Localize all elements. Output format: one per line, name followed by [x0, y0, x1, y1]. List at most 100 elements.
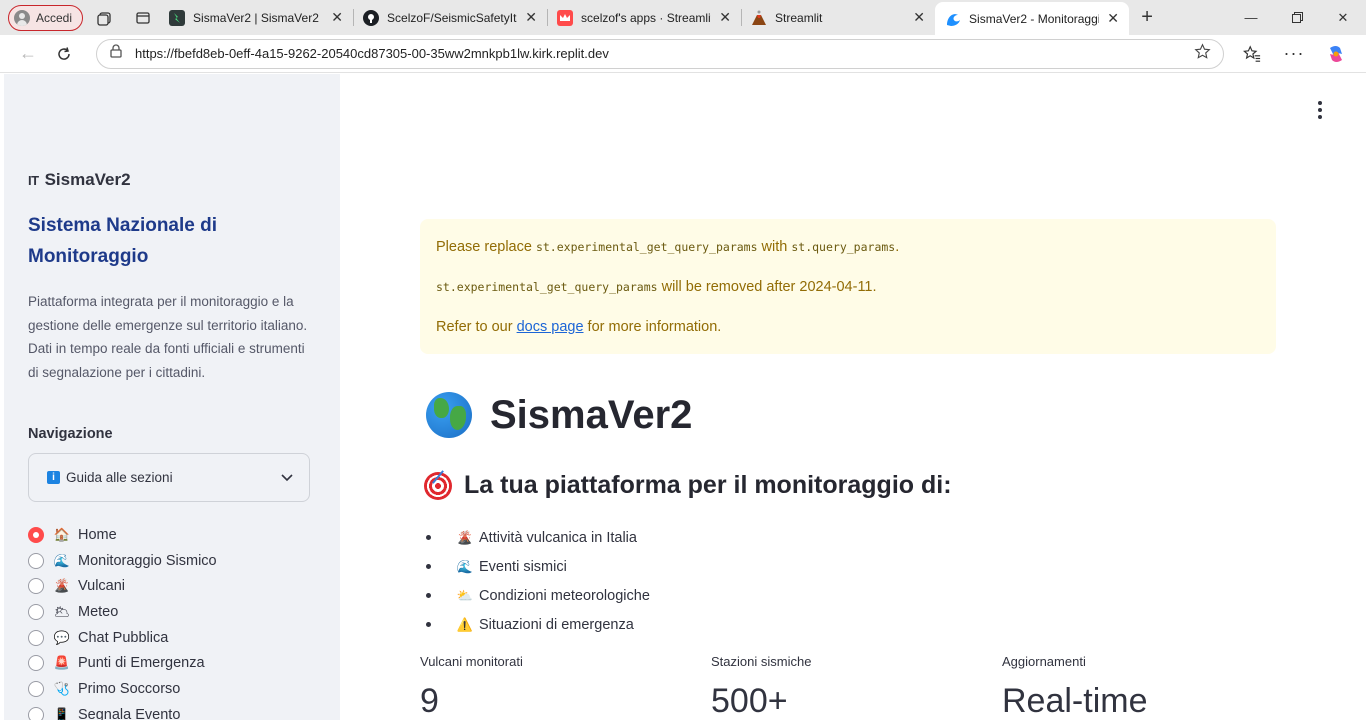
tab-title: SismaVer2 | SismaVer2 | S	[193, 10, 324, 25]
radio-button[interactable]	[28, 629, 44, 646]
browser-toolbar: ← https://fbefd8eb-0eff-4a15-9262-20540c…	[0, 35, 1366, 73]
radio-button[interactable]	[28, 552, 44, 569]
sidebar-brand: IT SismaVer2	[28, 170, 312, 190]
guide-expander[interactable]: i Guida alle sezioni	[28, 453, 310, 502]
section-heading-text: La tua piattaforma per il monitoraggio d…	[464, 471, 952, 499]
nav-radio-meteo[interactable]: 🌥 Meteo	[28, 599, 312, 625]
site-info-icon[interactable]	[109, 44, 123, 63]
metric-volcanoes: Vulcani monitorati 9	[420, 654, 711, 721]
navigation-radio-group: 🏠 Home 🌊 Monitoraggio Sismico 🌋 Vulcani …	[28, 522, 312, 720]
browser-tab[interactable]: ScelzoF/SeismicSafetyItal ✕	[353, 0, 547, 35]
nav-radio-primo-soccorso[interactable]: 🩺 Primo Soccorso	[28, 676, 312, 702]
feature-list: 🌋 Attività vulcanica in Italia 🌊 Eventi si…	[426, 523, 650, 639]
globe-icon	[426, 392, 472, 438]
nav-radio-label: Punti di Emergenza	[78, 655, 205, 672]
close-icon[interactable]: ✕	[331, 9, 343, 26]
deprecation-warning: Please replace st.experimental_get_query…	[420, 219, 1276, 354]
nav-radio-home[interactable]: 🏠 Home	[28, 522, 312, 548]
metric-label: Stazioni sismiche	[711, 654, 812, 669]
github-icon	[363, 9, 380, 26]
speech-bubble-icon: 💬	[53, 629, 71, 645]
close-icon[interactable]: ✕	[525, 9, 537, 26]
nav-radio-chat-pubblica[interactable]: 💬 Chat Pubblica	[28, 625, 312, 651]
address-bar[interactable]: https://fbefd8eb-0eff-4a15-9262-20540cd8…	[96, 38, 1224, 69]
streamlit-crown-icon	[557, 9, 574, 26]
radio-button[interactable]	[28, 526, 44, 543]
tab-title: ScelzoF/SeismicSafetyItal	[387, 10, 518, 25]
volcano-icon	[751, 10, 767, 26]
wave-icon	[945, 11, 961, 27]
radio-button[interactable]	[28, 578, 44, 595]
list-item: 🌋 Attività vulcanica in Italia	[426, 523, 650, 552]
target-icon	[424, 471, 452, 500]
house-icon: 🏠	[53, 526, 71, 542]
streamlit-app: IT SismaVer2 Sistema Nazionale di Monito…	[4, 74, 1366, 720]
minimize-icon[interactable]: —	[1228, 0, 1274, 35]
volcano-icon: 🌋	[53, 578, 71, 594]
chevron-down-icon	[281, 470, 293, 485]
metric-value: Real-time	[1002, 682, 1148, 720]
info-icon: i	[47, 471, 60, 484]
docs-page-link[interactable]: docs page	[517, 319, 584, 335]
nav-radio-vulcani[interactable]: 🌋 Vulcani	[28, 573, 312, 599]
radio-button[interactable]	[28, 655, 44, 672]
warning-line-3: Refer to our docs page for more informat…	[436, 319, 722, 335]
nav-radio-label: Primo Soccorso	[78, 680, 181, 697]
sidebar-description: Piattaforma integrata per il monitoraggi…	[28, 294, 308, 380]
new-tab-icon[interactable]: +	[1129, 0, 1165, 35]
metric-label: Vulcani monitorati	[420, 654, 523, 669]
main-content: Please replace st.experimental_get_query…	[340, 74, 1366, 720]
siren-icon: 🚨	[53, 655, 71, 671]
metric-seismic-stations: Stazioni sismiche 500+	[711, 654, 1002, 721]
browser-tab[interactable]: Streamlit ✕	[741, 0, 935, 35]
copilot-icon[interactable]	[1318, 36, 1354, 72]
metric-updates: Aggiornamenti Real-time	[1002, 654, 1293, 721]
tab-title: Streamlit	[775, 10, 823, 25]
nav-radio-label: Chat Pubblica	[78, 629, 169, 646]
profile-button[interactable]: Accedi	[8, 4, 84, 31]
close-icon[interactable]: ✕	[719, 9, 731, 26]
flag-italy-icon: IT	[28, 172, 39, 188]
more-options-icon[interactable]: ···	[1276, 36, 1312, 72]
metric-value: 500+	[711, 682, 788, 720]
favorites-icon[interactable]	[1234, 36, 1270, 72]
back-icon[interactable]: ←	[10, 36, 46, 72]
avatar	[14, 9, 30, 26]
section-heading: La tua piattaforma per il monitoraggio d…	[424, 471, 952, 500]
replit-icon	[169, 9, 186, 26]
nav-radio-label: Meteo	[78, 603, 119, 620]
close-window-icon[interactable]: ✕	[1320, 0, 1366, 35]
sidebar-brand-title: SismaVer2	[44, 170, 131, 189]
mobile-phone-icon: 📱	[53, 706, 71, 720]
nav-radio-segnala-evento[interactable]: 📱 Segnala Evento	[28, 702, 312, 720]
browser-tab-active[interactable]: SismaVer2 - Monitoraggi ✕	[935, 2, 1130, 35]
warning-line-2: st.experimental_get_query_params will be…	[436, 279, 877, 295]
workspaces-icon[interactable]	[89, 2, 121, 34]
list-item: ⚠️ Situazioni di emergenza	[426, 610, 650, 639]
radio-button[interactable]	[28, 603, 44, 620]
metric-value: 9	[420, 682, 439, 720]
nav-radio-label: Segnala Evento	[78, 706, 181, 720]
reload-icon[interactable]	[46, 36, 82, 72]
warning-icon: ⚠️	[456, 616, 474, 632]
tab-title: scelzof's apps · Streamlit	[581, 10, 712, 25]
nav-radio-punti-di-emergenza[interactable]: 🚨 Punti di Emergenza	[28, 650, 312, 676]
page-title: SismaVer2	[426, 392, 692, 438]
close-icon[interactable]: ✕	[1107, 10, 1119, 27]
favorite-star-icon[interactable]	[1194, 42, 1211, 65]
tab-actions-icon[interactable]	[127, 2, 159, 34]
radio-button[interactable]	[28, 706, 44, 720]
app-menu-icon[interactable]	[1310, 100, 1330, 120]
metric-label: Aggiornamenti	[1002, 654, 1086, 669]
sidebar: IT SismaVer2 Sistema Nazionale di Monito…	[4, 74, 340, 720]
close-icon[interactable]: ✕	[913, 9, 925, 26]
browser-tab[interactable]: SismaVer2 | SismaVer2 | S ✕	[159, 0, 353, 35]
list-item: ⛅ Condizioni meteorologiche	[426, 581, 650, 610]
nav-radio-label: Monitoraggio Sismico	[78, 552, 217, 569]
url-text[interactable]: https://fbefd8eb-0eff-4a15-9262-20540cd8…	[135, 46, 1182, 61]
radio-button[interactable]	[28, 680, 44, 697]
restore-icon[interactable]	[1274, 0, 1320, 35]
browser-tab[interactable]: scelzof's apps · Streamlit ✕	[547, 0, 741, 35]
metrics-row: Vulcani monitorati 9 Stazioni sismiche 5…	[420, 654, 1293, 721]
nav-radio-monitoraggio-sismico[interactable]: 🌊 Monitoraggio Sismico	[28, 548, 312, 574]
